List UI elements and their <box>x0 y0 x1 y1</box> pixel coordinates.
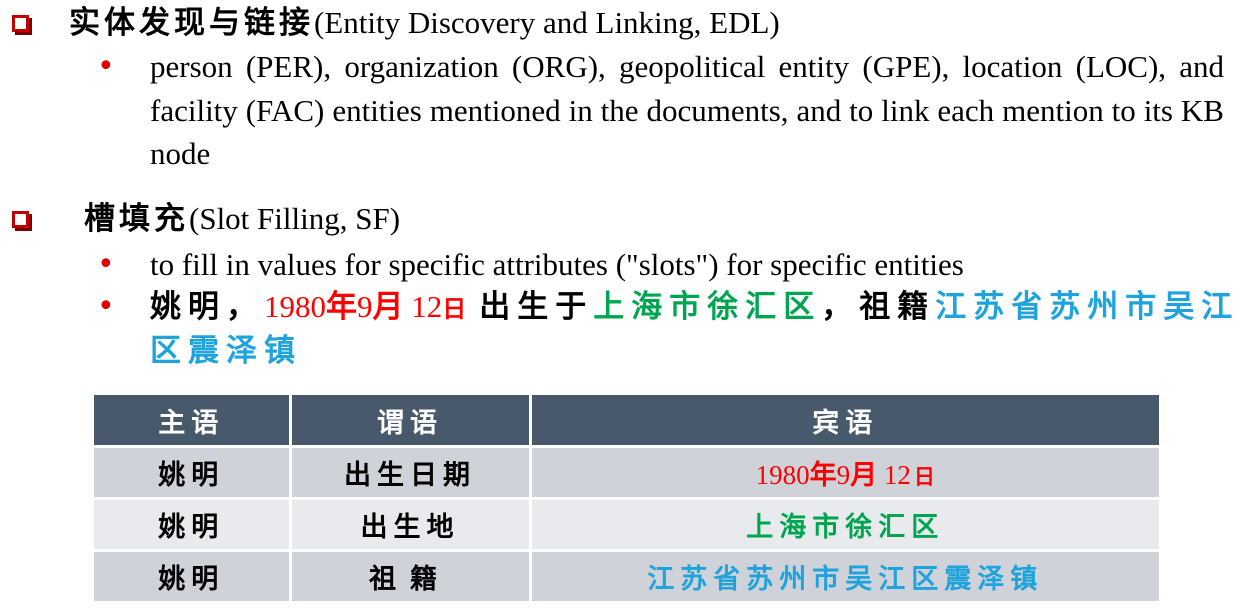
table-cell-object: 江苏省苏州市吴江区震泽镇 <box>530 550 1159 604</box>
example-subject: 姚明 <box>150 289 226 324</box>
table-cell-object: 上海市徐汇区 <box>530 498 1159 552</box>
table-row: 姚明 出生地 上海市徐汇区 <box>94 498 1159 552</box>
table-header-predicate: 谓语 <box>290 395 532 448</box>
example-relation: 祖籍 <box>859 289 936 324</box>
checkbox-square-icon <box>12 210 29 228</box>
table-cell-predicate: 祖籍 <box>290 550 532 604</box>
slide: 实体发现与链接 (Entity Discovery and Linking, E… <box>0 0 1248 613</box>
example-origin-line2: 区震泽镇 <box>150 333 302 368</box>
example-comma: ， <box>226 289 264 324</box>
table-header-object: 宾语 <box>530 395 1159 448</box>
section-title-en: (Entity Discovery and Linking, EDL) <box>314 5 780 40</box>
example-date: 1980年9月 12日 <box>264 289 474 324</box>
table-header-subject: 主语 <box>94 395 292 448</box>
section-heading-edl: 实体发现与链接 (Entity Discovery and Linking, E… <box>12 4 780 42</box>
bullet-dot-icon: • <box>97 49 115 84</box>
section-title-en: (Slot Filling, SF) <box>189 201 401 236</box>
table-cell-subject: 姚明 <box>94 446 292 500</box>
table-row: 姚明 出生日期 1980年9月 12 日 <box>94 446 1159 500</box>
bullet-text-sf-definition: to fill in values for specific attribute… <box>150 247 964 282</box>
bullet-dot-icon: • <box>97 289 115 324</box>
example-origin-line1: 江苏省苏州市吴江 <box>935 289 1240 324</box>
bullet-text-edl: person (PER), organization (ORG), geopol… <box>150 49 1224 171</box>
table-cell-predicate: 出生地 <box>290 498 532 552</box>
section-title-zh: 槽填充 <box>84 201 189 236</box>
example-sentence-line2: 区震泽镇 <box>150 329 302 373</box>
table-cell-subject: 姚明 <box>94 498 292 552</box>
section-heading-sf: 槽填充 (Slot Filling, SF) <box>12 200 400 238</box>
example-verb: 出生于 <box>479 289 594 324</box>
table-header-row: 主语 谓语 宾语 <box>94 395 1159 448</box>
table-cell-object: 1980年9月 12 日 <box>530 446 1159 500</box>
slot-table: 主语 谓语 宾语 姚明 出生日期 1980年9月 12 日 姚明 出生地 上海市徐… <box>94 395 1159 604</box>
bullet-dot-icon: • <box>97 247 115 282</box>
example-birthplace: 上海市徐汇区 <box>593 289 822 324</box>
table-cell-predicate: 出生日期 <box>290 446 532 500</box>
example-comma: ， <box>821 289 860 324</box>
table-row: 姚明 祖籍 江苏省苏州市吴江区震泽镇 <box>94 550 1159 604</box>
section-title-zh: 实体发现与链接 <box>69 5 314 40</box>
table-cell-subject: 姚明 <box>94 550 292 604</box>
example-sentence: 姚明，1980年9月 12日 出生于上海市徐汇区，祖籍江苏省苏州市吴江 <box>150 285 1239 333</box>
checkbox-square-icon <box>12 14 29 32</box>
